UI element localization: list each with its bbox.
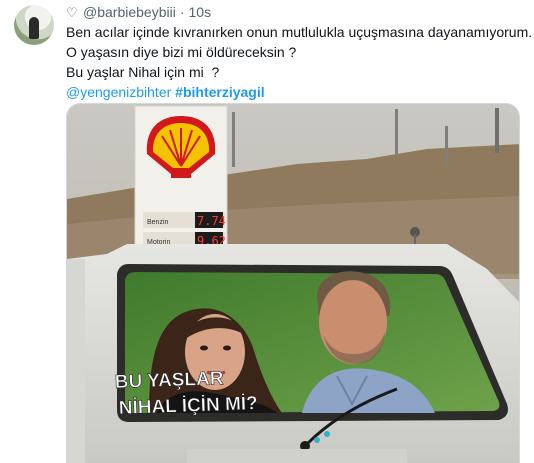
heart-outline-icon[interactable]: ♡ xyxy=(66,6,79,19)
pylon-4 xyxy=(495,108,499,153)
tweet-tags-line: @yengenizbihter #bihterziyagil xyxy=(66,82,526,102)
pylon-1 xyxy=(232,112,235,167)
tailgate xyxy=(187,449,407,463)
avatar[interactable] xyxy=(14,5,54,45)
tweet-line-2: O yaşasın diye bizi mi öldüreceksin ? xyxy=(66,44,297,60)
author-handle[interactable]: @barbiebeybiii xyxy=(83,4,176,20)
tweet-media[interactable]: Benzin 7.74 Motorin 9.62 BU YAŞLAR NİHAL… xyxy=(66,103,520,463)
price-1: 7.74 xyxy=(197,214,226,228)
avatar-figure xyxy=(29,17,39,39)
pylon-2 xyxy=(395,109,398,154)
media-photo: Benzin 7.74 Motorin 9.62 BU YAŞLAR NİHAL… xyxy=(67,104,519,463)
truck-pillar xyxy=(67,259,85,463)
mention-link[interactable]: @yengenizbihter xyxy=(66,84,171,100)
fuel-label-1: Benzin xyxy=(147,219,169,226)
hashtag-link[interactable]: #bihterziyagil xyxy=(175,84,264,100)
separator: · xyxy=(179,4,185,20)
tweet-time[interactable]: 10s xyxy=(189,4,212,20)
overlay-line-1: BU YAŞLAR xyxy=(114,368,224,393)
tweet-line-3: Bu yaşlar Nihal için mi ? xyxy=(66,64,220,80)
shell-sign: Benzin 7.74 Motorin 9.62 xyxy=(134,105,228,257)
tweet-line-1: Ben acılar içinde kıvranırken onun mutlu… xyxy=(66,24,533,40)
tweet-text: Ben acılar içinde kıvranırken onun mutlu… xyxy=(66,22,533,102)
pylon-3 xyxy=(445,126,448,166)
tweet-header: ♡ @barbiebeybiii · 10s xyxy=(66,4,211,20)
